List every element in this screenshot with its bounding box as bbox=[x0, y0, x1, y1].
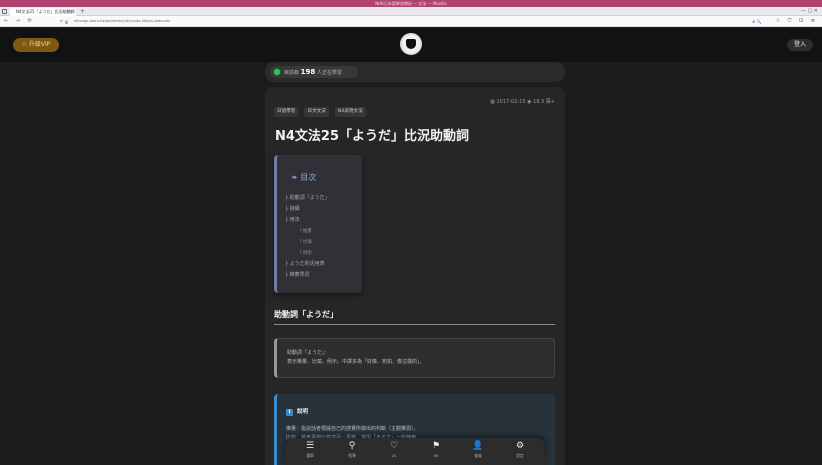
toc-item[interactable]: ├ ようだ的活用表 bbox=[285, 259, 330, 270]
leaf-icon: ❧ bbox=[291, 173, 301, 182]
toolbar-icons[interactable]: ☆ ⛉ ⊡ ≡ bbox=[776, 16, 818, 27]
online-dot-icon bbox=[274, 69, 280, 75]
bottom-nav-menu[interactable]: ☰ 選單 bbox=[295, 441, 325, 459]
info-icon: i bbox=[286, 409, 293, 416]
page-title: N4文法25「ようだ」比況助動詞 bbox=[275, 129, 470, 144]
table-of-contents: ❧ 目次 ├ 助動詞「ようだ」 ├ 接續 ├ 用法 └ 推量 └ 比喻 └ 例示 ├ ようだ… bbox=[274, 155, 362, 293]
zoom-icon[interactable]: ⊕ 🔍 bbox=[752, 16, 762, 27]
toc-heading-label: 目次 bbox=[300, 173, 317, 182]
favorite-icon: ♡ bbox=[389, 441, 399, 451]
note-line: 推量：指說話者根據自己的感覺所做出的判斷（主觀推測）。 bbox=[286, 426, 419, 432]
member-icon: 👤 bbox=[472, 441, 484, 451]
toc-item[interactable]: ├ 用法 bbox=[285, 215, 330, 226]
toc-item[interactable]: └ 推量 bbox=[285, 226, 330, 237]
os-title-bar: NHK日本語學習網站 — 文法 — Mozilla bbox=[0, 0, 822, 7]
bottom-nav-member[interactable]: 👤 會員 bbox=[463, 441, 493, 459]
sidebar-toggle-icon[interactable] bbox=[2, 9, 7, 14]
site-logo[interactable] bbox=[400, 33, 422, 55]
definition-quote: 助動詞「ようだ」： 表示推量、比喻、例示。中譯多為「好像、宛如、像這樣的」。 bbox=[274, 338, 555, 378]
bottom-nav-label: 24 bbox=[391, 453, 397, 458]
bottom-nav-label: 56 bbox=[433, 453, 439, 458]
online-suffix: 人正在學習 bbox=[316, 70, 342, 76]
note-heading: i 說明 bbox=[286, 407, 308, 416]
online-count: 198 bbox=[300, 68, 316, 76]
upgrade-vip-button[interactable]: ☆ 升級VIP bbox=[13, 38, 59, 52]
logo-mark-icon bbox=[406, 39, 416, 49]
url-security-icon[interactable]: ⛉ 🔒 bbox=[60, 16, 69, 27]
toc-list: ├ 助動詞「ようだ」 ├ 接續 ├ 用法 └ 推量 └ 比喻 └ 例示 ├ ようだ的活用表 ├… bbox=[285, 193, 330, 281]
tab-strip: N4文法25「ようだ」比況助動詞 × + — ▢ ✕ bbox=[0, 7, 822, 16]
tag[interactable]: N4表現文法 bbox=[334, 107, 366, 117]
tag-list: 日語學習 日文文法 N4表現文法 bbox=[274, 97, 367, 117]
bookmark-icon: ⚑ bbox=[431, 441, 441, 451]
article-date: ▦ 2017-02-15 bbox=[490, 99, 526, 105]
tag[interactable]: 日語學習 bbox=[274, 107, 299, 117]
bottom-nav-label: 搜尋 bbox=[348, 453, 356, 458]
toc-item[interactable]: ├ 推薦學習 bbox=[285, 270, 330, 281]
note-heading-label: 說明 bbox=[297, 409, 309, 415]
settings-icon: ⚙ bbox=[515, 441, 525, 451]
browser-tab[interactable]: N4文法25「ようだ」比況助動詞 × bbox=[10, 8, 76, 16]
bottom-nav-favorite[interactable]: ♡ 24 bbox=[379, 441, 409, 459]
bottom-nav-label: 會員 bbox=[474, 453, 482, 458]
toc-item[interactable]: └ 例示 bbox=[285, 248, 330, 259]
article-views: ◉ 19.3 萬+ bbox=[527, 99, 555, 105]
tag[interactable]: 日文文法 bbox=[304, 107, 329, 117]
bottom-nav-label: 設定 bbox=[516, 453, 524, 458]
bottom-nav-settings[interactable]: ⚙ 設定 bbox=[505, 441, 535, 459]
window-controls[interactable]: — ▢ ✕ bbox=[801, 8, 818, 15]
quote-line: 助動詞「ようだ」： bbox=[287, 350, 330, 356]
tab-title: N4文法25「ようだ」比況助動詞 bbox=[16, 9, 75, 14]
login-button[interactable]: 登入 bbox=[787, 39, 813, 51]
toc-item[interactable]: └ 比喻 bbox=[285, 237, 330, 248]
bottom-nav: ☰ 選單 ⚲ 搜尋 ♡ 24 ⚑ 56 👤 會員 ⚙ 設定 bbox=[285, 438, 545, 465]
article-meta: ▦ 2017-02-15 ◉ 19.3 萬+ bbox=[490, 98, 555, 105]
toc-item[interactable]: ├ 接續 bbox=[285, 204, 330, 215]
online-prefix: 目前有 bbox=[284, 70, 300, 76]
browser-navbar: ← → ⟳ ⛉ 🔒 nihongo-learn.tw/grammar/n4/yo… bbox=[0, 16, 822, 27]
online-bar: 目前有 198 人正在學習 bbox=[265, 62, 565, 82]
search-icon: ⚲ bbox=[348, 441, 356, 451]
online-status-badge: 目前有 198 人正在學習 bbox=[270, 66, 358, 78]
menu-icon: ☰ bbox=[305, 441, 315, 451]
bottom-nav-search[interactable]: ⚲ 搜尋 bbox=[337, 441, 367, 459]
section-heading: 助動詞「ようだ」 bbox=[274, 309, 555, 325]
quote-line: 表示推量、比喻、例示。中譯多為「好像、宛如、像這樣的」。 bbox=[287, 359, 425, 365]
toc-item[interactable]: ├ 助動詞「ようだ」 bbox=[285, 193, 330, 204]
nav-buttons[interactable]: ← → ⟳ bbox=[4, 16, 35, 27]
url-input[interactable]: nihongo-learn.tw/grammar/n4/youda-hikyou… bbox=[74, 16, 170, 27]
bottom-nav-bookmark[interactable]: ⚑ 56 bbox=[421, 441, 451, 459]
new-tab-button[interactable]: + bbox=[80, 8, 85, 16]
toc-heading: ❧ 目次 bbox=[291, 172, 316, 183]
site-header: ☆ 升級VIP 登入 bbox=[0, 28, 822, 62]
tab-close-icon[interactable]: × bbox=[69, 8, 73, 16]
bottom-nav-label: 選單 bbox=[306, 453, 314, 458]
article-card: 日語學習 日文文法 N4表現文法 ▦ 2017-02-15 ◉ 19.3 萬+ … bbox=[265, 87, 565, 465]
